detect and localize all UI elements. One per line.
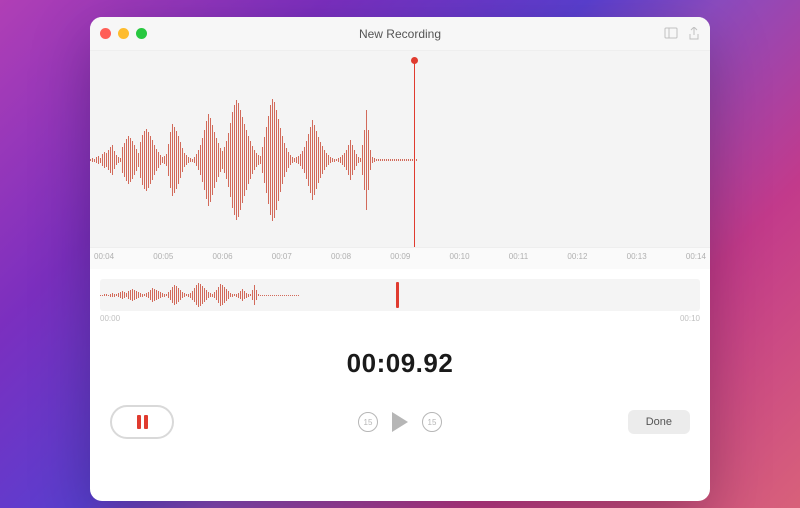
playhead[interactable] [414,59,415,261]
playback-controls: 15 15 [358,412,442,432]
waveform-view[interactable]: 00:04 00:05 00:06 00:07 00:08 00:09 00:10 00:11… [90,51,710,269]
waveform-bars [90,90,710,230]
overview-area: 00:00 00:10 [90,269,710,326]
time-tick: 00:04 [94,252,114,261]
zoom-window-button[interactable] [136,28,147,39]
time-tick: 00:09 [390,252,410,261]
play-button[interactable] [392,412,408,432]
pause-recording-button[interactable] [110,405,174,439]
window-title: New Recording [90,27,710,41]
overview-waveform[interactable] [100,279,700,311]
time-tick: 00:14 [686,252,706,261]
voice-memos-window: New Recording 00:0400:0500:0600:0700:080… [90,17,710,501]
window-traffic-lights [100,28,147,39]
titlebar: New Recording [90,17,710,51]
time-tick: 00:10 [450,252,470,261]
waveform-time-ruler: 00:04 00:05 00:06 00:07 00:08 00:09 00:10 00:11… [90,247,710,269]
time-tick: 00:08 [331,252,351,261]
current-timecode: 00:09.92 [90,326,710,405]
transport-controls: 15 15 Done [90,405,710,459]
minimize-window-button[interactable] [118,28,129,39]
overview-playhead[interactable] [396,282,399,308]
time-tick: 00:13 [627,252,647,261]
skip-back-seconds: 15 [364,418,373,427]
pause-icon [137,415,148,429]
done-button[interactable]: Done [628,410,690,434]
overview-end-label: 00:10 [680,314,700,323]
time-tick: 00:05 [153,252,173,261]
share-icon[interactable] [688,27,700,41]
time-tick: 00:12 [567,252,587,261]
sidebar-toggle-icon[interactable] [664,27,678,41]
skip-forward-seconds: 15 [428,418,437,427]
skip-forward-15-button[interactable]: 15 [422,412,442,432]
time-tick: 00:06 [213,252,233,261]
time-tick: 00:11 [509,252,528,261]
overview-start-label: 00:00 [100,314,120,323]
skip-back-15-button[interactable]: 15 [358,412,378,432]
close-window-button[interactable] [100,28,111,39]
titlebar-actions [664,27,700,41]
time-tick: 00:07 [272,252,292,261]
